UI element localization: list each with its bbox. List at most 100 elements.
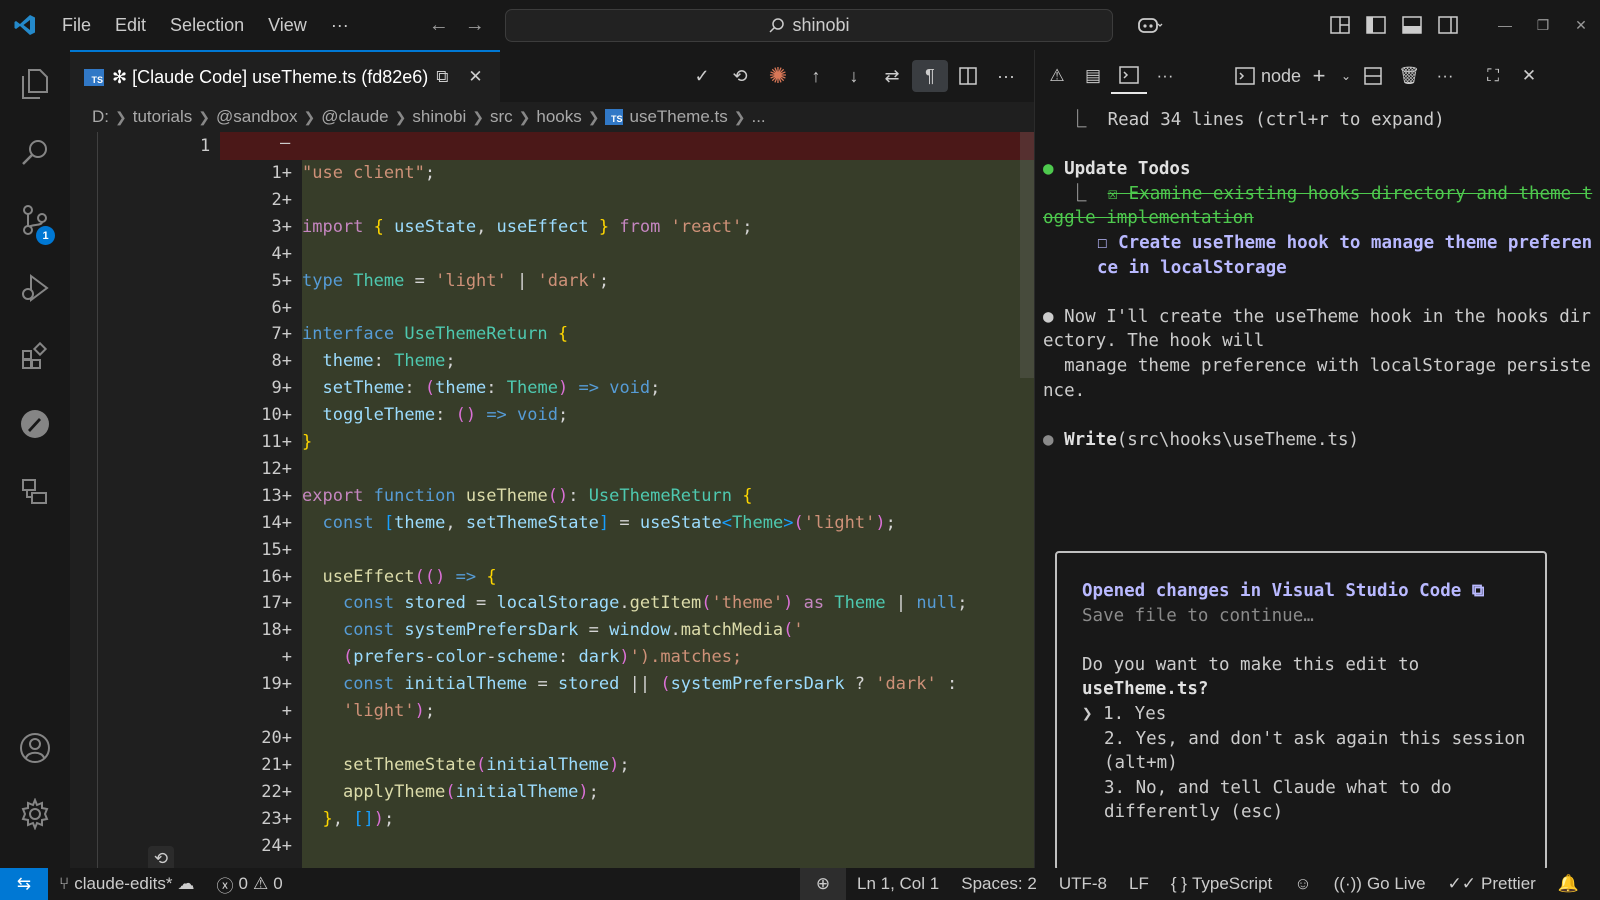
code-line[interactable]: 7+ interface UseThemeReturn {	[220, 321, 1034, 348]
code-line[interactable]: 4+	[220, 241, 1034, 268]
revert-icon[interactable]: ⟲	[722, 60, 758, 92]
minimap-slider[interactable]	[1020, 132, 1034, 378]
code-line[interactable]: 17+ const stored = localStorage.getItem(…	[220, 590, 1034, 617]
forward-arrow-icon[interactable]: →	[457, 14, 493, 37]
terminal-dropdown-icon[interactable]: ⌄	[1337, 58, 1355, 94]
option-yes-dont-ask[interactable]: 2. Yes, and don't ask again this session…	[1082, 727, 1529, 776]
problems-indicator[interactable]: ⓧ 0 ⚠ 0	[205, 868, 293, 900]
code-line[interactable]: 24+	[220, 833, 1034, 860]
copy-diff-icon[interactable]: ⧉	[436, 67, 448, 87]
breadcrumb-item[interactable]: ...	[751, 107, 765, 127]
breadcrumb-item[interactable]: src	[490, 107, 513, 127]
restore-icon[interactable]: ❐	[1524, 17, 1562, 34]
close-panel-icon[interactable]: ✕	[1511, 58, 1547, 94]
code-line[interactable]: + 'light');	[220, 698, 1034, 725]
output-icon[interactable]: ▤	[1075, 58, 1111, 94]
back-arrow-icon[interactable]: ←	[421, 14, 457, 37]
menu-view[interactable]: View	[256, 0, 319, 50]
terminal-selector[interactable]: node	[1235, 66, 1301, 87]
copilot-status-icon[interactable]: ☺	[1283, 868, 1322, 900]
accept-check-icon[interactable]: ✓	[684, 60, 720, 92]
copilot-icon[interactable]	[1128, 7, 1172, 43]
split-terminal-icon[interactable]	[1355, 58, 1391, 94]
breadcrumb-item[interactable]: @claude	[321, 107, 388, 127]
remote-explorer-icon[interactable]	[0, 462, 70, 522]
zoom-icon[interactable]: ⊕	[800, 868, 846, 900]
remote-indicator-icon[interactable]: ⇆	[0, 868, 48, 900]
code-line[interactable]: 23+ }, []);	[220, 806, 1034, 833]
terminal-output[interactable]: ⎿ Read 34 lines (ctrl+r to expand) ● Upd…	[1043, 108, 1595, 871]
go-live-button[interactable]: ((·)) Go Live	[1323, 868, 1437, 900]
code-line[interactable]: 1+ "use client";	[220, 160, 1034, 187]
tab-usetheme-diff[interactable]: TS ✻ [Claude Code] useTheme.ts (fd82e6) …	[70, 50, 500, 102]
breadcrumb-item[interactable]: hooks	[536, 107, 581, 127]
toggle-panel-icon[interactable]	[1394, 7, 1430, 43]
breadcrumb-item[interactable]: tutorials	[133, 107, 193, 127]
code-line[interactable]: 13+ export function useTheme(): UseThemeR…	[220, 483, 1034, 510]
code-line[interactable]: 18+ const systemPrefersDark = window.mat…	[220, 617, 1034, 644]
code-line[interactable]: + (prefers-color-scheme: dark)').matches…	[220, 644, 1034, 671]
option-no[interactable]: 3. No, and tell Claude what to do differ…	[1082, 776, 1529, 825]
customize-layout-icon[interactable]	[1322, 7, 1358, 43]
command-center-search[interactable]: shinobi	[505, 9, 1113, 42]
code-line[interactable]: 2+	[220, 187, 1034, 214]
menu-more[interactable]: ···	[319, 0, 361, 50]
cursor-position[interactable]: Ln 1, Col 1	[846, 868, 950, 900]
code-line[interactable]: 6+	[220, 295, 1034, 322]
code-line[interactable]: 9+ setTheme: (theme: Theme) => void;	[220, 375, 1034, 402]
code-line[interactable]: 3+ import { useState, useEffect } from 'r…	[220, 214, 1034, 241]
code-line[interactable]: 10+ toggleTheme: () => void;	[220, 402, 1034, 429]
minimize-icon[interactable]: —	[1486, 17, 1524, 33]
search-icon[interactable]	[0, 122, 70, 182]
show-whitespace-icon[interactable]: ¶	[912, 60, 948, 92]
code-line[interactable]: 22+ applyTheme(initialTheme);	[220, 779, 1034, 806]
option-yes[interactable]: ❯ 1. Yes	[1082, 702, 1529, 727]
close-window-icon[interactable]: ✕	[1562, 17, 1600, 34]
previous-change-icon[interactable]: ↑	[798, 60, 834, 92]
source-control-icon[interactable]: 1	[0, 190, 70, 250]
swap-sides-icon[interactable]: ⇄	[874, 60, 910, 92]
kill-terminal-trash-icon[interactable]: 🗑	[1391, 58, 1427, 94]
diff-editor[interactable]: 1 — 1+ "use client"; 2+ 3+ import { useState…	[70, 132, 1034, 868]
explorer-icon[interactable]	[0, 54, 70, 114]
prettier-button[interactable]: ✓✓ Prettier	[1437, 868, 1547, 900]
indentation[interactable]: Spaces: 2	[950, 868, 1048, 900]
more-actions-icon[interactable]: ···	[988, 60, 1024, 92]
maximize-panel-icon[interactable]: ⛶	[1475, 58, 1511, 94]
language-mode[interactable]: { } TypeScript	[1160, 868, 1283, 900]
breadcrumb-item[interactable]: @sandbox	[216, 107, 298, 127]
code-line[interactable]: 5+ type Theme = 'light' | 'dark';	[220, 268, 1034, 295]
code-line[interactable]: 14+ const [theme, setThemeState] = useSt…	[220, 510, 1034, 537]
notifications-bell-icon[interactable]: 🔔	[1547, 868, 1590, 900]
branch-indicator[interactable]: ⑂ claude-edits* ☁	[48, 868, 205, 900]
split-editor-icon[interactable]	[950, 60, 986, 92]
toggle-primary-sidebar-icon[interactable]	[1358, 7, 1394, 43]
code-line[interactable]: 21+ setThemeState(initialTheme);	[220, 752, 1034, 779]
toggle-secondary-sidebar-icon[interactable]	[1430, 7, 1466, 43]
next-change-icon[interactable]: ↓	[836, 60, 872, 92]
accounts-icon[interactable]	[0, 718, 70, 778]
terminal-more-icon[interactable]: ···	[1427, 58, 1463, 94]
menu-file[interactable]: File	[50, 0, 103, 50]
code-line[interactable]: 16+ useEffect(() => {	[220, 564, 1034, 591]
more-views-icon[interactable]: ···	[1147, 58, 1183, 94]
problems-icon[interactable]: ⚠	[1039, 58, 1075, 94]
breadcrumb-item[interactable]: D:	[92, 107, 109, 127]
menu-edit[interactable]: Edit	[103, 0, 158, 50]
encoding[interactable]: UTF-8	[1048, 868, 1118, 900]
code-line[interactable]: 11+}	[220, 429, 1034, 456]
extensions-icon[interactable]	[0, 326, 70, 386]
claude-code-icon[interactable]	[0, 394, 70, 454]
settings-gear-icon[interactable]	[0, 784, 70, 844]
code-line[interactable]: 20+	[220, 725, 1034, 752]
breadcrumb-item[interactable]: shinobi	[412, 107, 466, 127]
terminal-tab-icon[interactable]	[1111, 58, 1147, 94]
run-debug-icon[interactable]	[0, 258, 70, 318]
code-line[interactable]: 8+ theme: Theme;	[220, 348, 1034, 375]
new-terminal-icon[interactable]: +	[1301, 58, 1337, 94]
menu-selection[interactable]: Selection	[158, 0, 256, 50]
close-tab-icon[interactable]: ✕	[468, 67, 482, 87]
code-line[interactable]: 15+	[220, 537, 1034, 564]
code-line[interactable]: 19+ const initialTheme = stored || (syst…	[220, 671, 1034, 698]
code-line[interactable]: 12+	[220, 456, 1034, 483]
